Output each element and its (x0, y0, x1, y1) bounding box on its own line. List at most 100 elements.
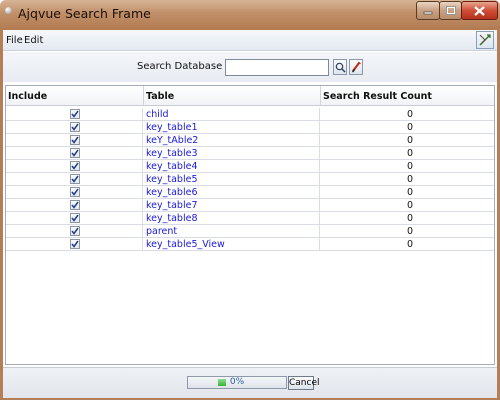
result-count-cell: 0 (320, 121, 494, 134)
column-divider[interactable] (143, 86, 144, 106)
include-cell (6, 238, 143, 251)
include-cell (6, 160, 143, 173)
table-row[interactable]: child 0 (6, 108, 494, 121)
result-count-cell: 0 (320, 186, 494, 199)
result-count-cell: 0 (320, 147, 494, 160)
table-body: child 0 key_table1 0 keY_tAble2 0 key_table3 0 k… (6, 108, 494, 251)
window-title: Ajqvue Search Frame (18, 6, 151, 21)
include-checkbox[interactable] (70, 239, 80, 249)
checkmark-icon (71, 227, 79, 235)
include-checkbox[interactable] (70, 226, 80, 236)
result-count-cell: 0 (320, 134, 494, 147)
table-name-cell[interactable]: keY_tAble2 (143, 134, 320, 147)
include-cell (6, 212, 143, 225)
include-checkbox[interactable] (70, 161, 80, 171)
cancel-button[interactable]: Cancel (288, 376, 320, 390)
title-bar[interactable]: Ajqvue Search Frame (0, 0, 500, 30)
checkmark-icon (71, 240, 79, 248)
table-row[interactable]: key_table5 0 (6, 173, 494, 186)
include-checkbox[interactable] (70, 148, 80, 158)
table-row[interactable]: key_table3 0 (6, 147, 494, 160)
table-row[interactable]: keY_tAble2 0 (6, 134, 494, 147)
table-name-cell[interactable]: key_table6 (143, 186, 320, 199)
menu-file[interactable]: File (6, 35, 23, 46)
table-name: child (146, 109, 169, 120)
result-count: 0 (407, 187, 414, 198)
close-button[interactable] (461, 1, 498, 20)
include-cell (6, 199, 143, 212)
minimize-icon (423, 11, 433, 14)
checkmark-icon (71, 201, 79, 209)
table-name: parent (146, 226, 178, 237)
app-icon (5, 7, 12, 14)
result-count: 0 (407, 226, 414, 237)
column-header-table[interactable]: Table (146, 91, 174, 102)
tool-icon (479, 34, 491, 46)
result-count: 0 (407, 174, 414, 185)
checkmark-icon (71, 175, 79, 183)
include-checkbox[interactable] (70, 109, 80, 119)
checkmark-icon (71, 149, 79, 157)
checkmark-icon (71, 188, 79, 196)
table-name-cell[interactable]: parent (143, 225, 320, 238)
table-name-cell[interactable]: key_table4 (143, 160, 320, 173)
maximize-button[interactable] (439, 1, 462, 20)
include-checkbox[interactable] (70, 135, 80, 145)
table-header: Include Table Search Result Count (6, 86, 494, 106)
result-count: 0 (407, 135, 414, 146)
table-name-cell[interactable]: key_table7 (143, 199, 320, 212)
result-count: 0 (407, 109, 414, 120)
column-header-count[interactable]: Search Result Count (323, 91, 432, 102)
status-bar: 0% Cancel (3, 367, 497, 398)
table-name: key_table6 (146, 187, 198, 198)
checkmark-icon (71, 136, 79, 144)
tool-button[interactable] (476, 31, 494, 49)
table-name-cell[interactable]: key_table8 (143, 212, 320, 225)
include-cell (6, 225, 143, 238)
table-row[interactable]: key_table4 0 (6, 160, 494, 173)
clear-icon (351, 61, 361, 73)
menu-edit[interactable]: Edit (24, 35, 43, 46)
table-row[interactable]: key_table6 0 (6, 186, 494, 199)
column-divider[interactable] (320, 86, 321, 106)
result-count: 0 (407, 161, 414, 172)
table-name-cell[interactable]: key_table5 (143, 173, 320, 186)
include-cell (6, 108, 143, 121)
result-count: 0 (407, 239, 414, 250)
table-row[interactable]: key_table1 0 (6, 121, 494, 134)
include-checkbox[interactable] (70, 213, 80, 223)
table-row[interactable]: key_table8 0 (6, 212, 494, 225)
include-checkbox[interactable] (70, 200, 80, 210)
menu-bar: File Edit (3, 30, 497, 51)
maximize-icon (445, 6, 456, 15)
checkmark-icon (71, 214, 79, 222)
include-cell (6, 186, 143, 199)
include-cell (6, 121, 143, 134)
table-name-cell[interactable]: key_table3 (143, 147, 320, 160)
table-name: key_table7 (146, 200, 198, 211)
result-count-cell: 0 (320, 173, 494, 186)
table-row[interactable]: key_table5_View 0 (6, 238, 494, 251)
include-checkbox[interactable] (70, 174, 80, 184)
clear-button[interactable] (349, 59, 363, 75)
table-row[interactable]: key_table7 0 (6, 199, 494, 212)
search-button[interactable] (333, 59, 347, 75)
result-count-cell: 0 (320, 108, 494, 121)
checkmark-icon (71, 162, 79, 170)
table-row[interactable]: parent 0 (6, 225, 494, 238)
checkmark-icon (71, 110, 79, 118)
client-area: File Edit Search Database For : Include … (3, 30, 497, 398)
table-name-cell[interactable]: child (143, 108, 320, 121)
column-header-include[interactable]: Include (8, 91, 47, 102)
progress-bar: 0% (187, 376, 287, 389)
result-count: 0 (407, 148, 414, 159)
table-name-cell[interactable]: key_table1 (143, 121, 320, 134)
include-checkbox[interactable] (70, 187, 80, 197)
result-count-cell: 0 (320, 238, 494, 251)
results-table: Include Table Search Result Count child 0… (5, 85, 495, 365)
search-input[interactable] (225, 59, 329, 76)
minimize-button[interactable] (416, 1, 440, 20)
app-window: Ajqvue Search Frame File Edit Search Dat… (0, 0, 500, 400)
table-name-cell[interactable]: key_table5_View (143, 238, 320, 251)
include-checkbox[interactable] (70, 122, 80, 132)
